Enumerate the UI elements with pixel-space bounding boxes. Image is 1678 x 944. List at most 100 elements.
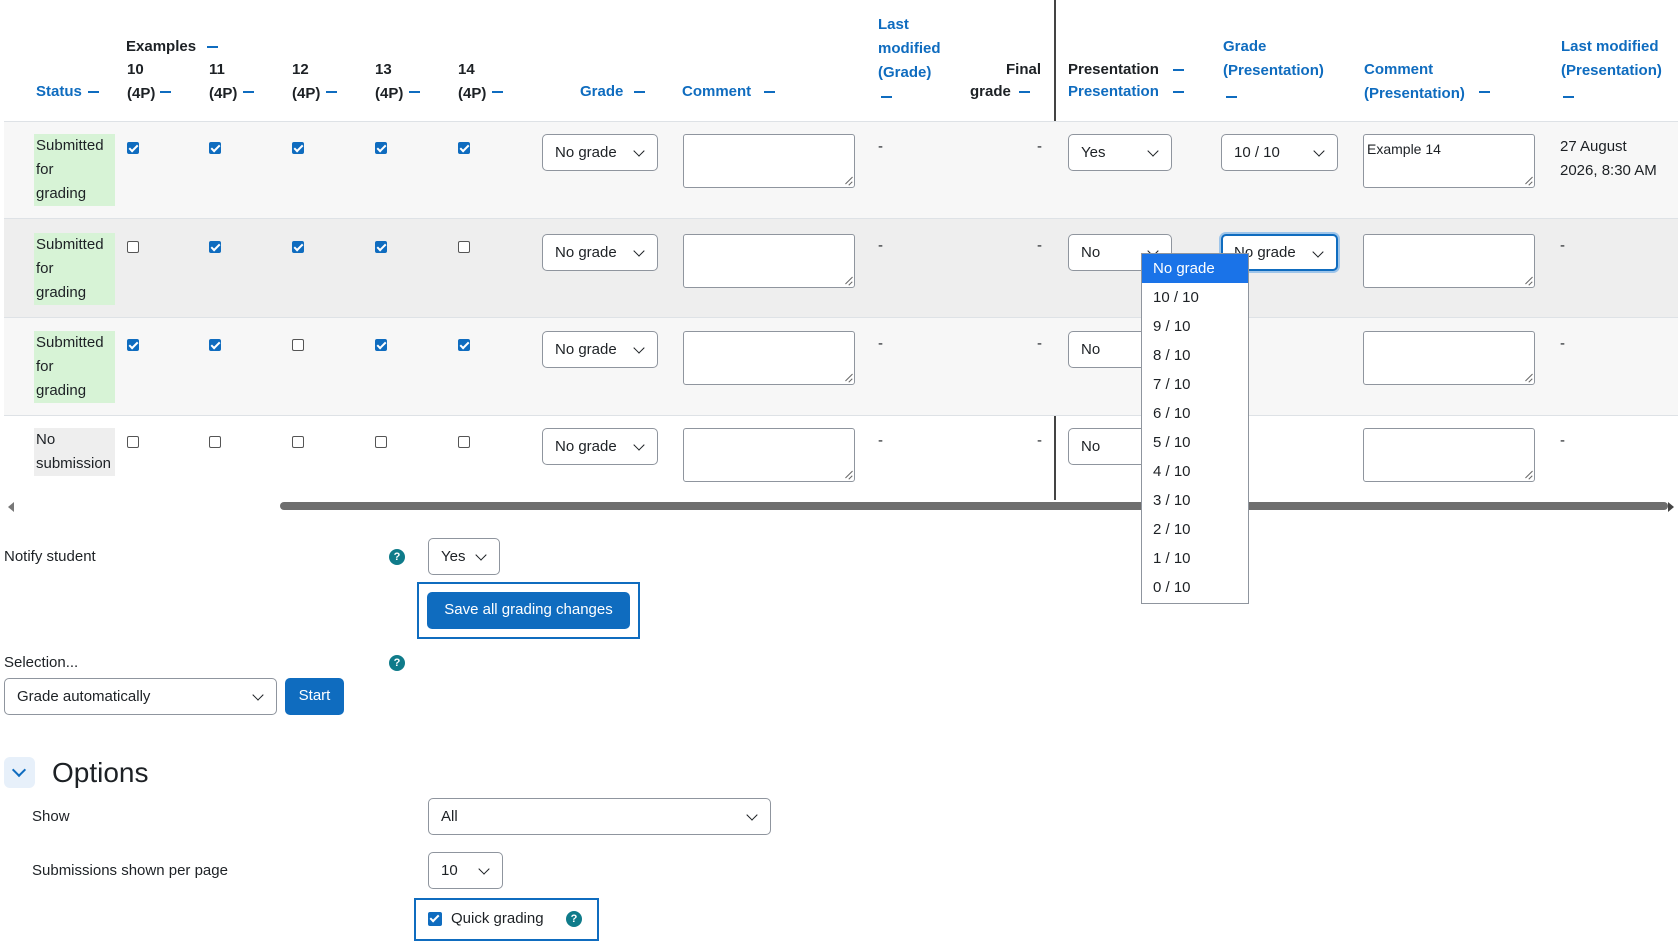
scroll-right-icon[interactable] xyxy=(1668,502,1674,512)
example-checkbox[interactable] xyxy=(458,142,470,154)
example-checkbox[interactable] xyxy=(458,241,470,253)
dropdown-option[interactable]: 8 / 10 xyxy=(1142,341,1248,370)
example-checkbox[interactable] xyxy=(292,436,304,448)
example-checkbox[interactable] xyxy=(209,241,221,253)
selection-select[interactable]: Grade automatically xyxy=(4,678,277,715)
grade-select[interactable]: No grade xyxy=(542,331,658,368)
comment-header[interactable]: Comment xyxy=(682,80,751,104)
example-checkbox[interactable] xyxy=(292,142,304,154)
collapse-lastmod-presentation-icon[interactable] xyxy=(1563,96,1574,98)
show-select[interactable]: All xyxy=(428,798,771,835)
collapse-ex14-icon[interactable] xyxy=(492,91,503,93)
dropdown-option[interactable]: 9 / 10 xyxy=(1142,312,1248,341)
grade-presentation-select[interactable]: 10 / 10 xyxy=(1221,134,1338,171)
collapse-ex13-icon[interactable] xyxy=(409,91,420,93)
scroll-left-icon[interactable] xyxy=(8,502,14,512)
ex-col-13: 13 (4P) xyxy=(375,61,404,102)
collapse-comment-icon[interactable] xyxy=(764,91,775,93)
resize-grip-icon[interactable] xyxy=(844,374,852,382)
resize-grip-icon[interactable] xyxy=(1524,471,1532,479)
example-checkbox[interactable] xyxy=(292,339,304,351)
status-header[interactable]: Status xyxy=(36,80,82,104)
resize-grip-icon[interactable] xyxy=(1524,374,1532,382)
example-checkbox[interactable] xyxy=(375,142,387,154)
dropdown-option[interactable]: 1 / 10 xyxy=(1142,544,1248,573)
comment-presentation-textarea[interactable] xyxy=(1363,331,1535,385)
collapse-ex11-icon[interactable] xyxy=(243,91,254,93)
grade-presentation-header[interactable]: Grade (Presentation) xyxy=(1223,35,1324,83)
dropdown-option[interactable]: No grade xyxy=(1142,254,1248,283)
example-checkbox[interactable] xyxy=(458,339,470,351)
notify-student-select[interactable]: Yes xyxy=(428,538,500,575)
grade-presentation-dropdown-list[interactable]: No grade 10 / 10 9 / 10 8 / 10 7 / 10 6 / 10 5… xyxy=(1141,253,1249,604)
start-button[interactable]: Start xyxy=(285,678,344,715)
last-modified-grade-header[interactable]: Last modified (Grade) xyxy=(878,13,941,85)
chevron-down-icon xyxy=(478,863,490,875)
scrollbar-thumb[interactable] xyxy=(280,502,1668,510)
per-page-select[interactable]: 10 xyxy=(428,852,503,889)
options-collapse-toggle[interactable] xyxy=(4,757,35,788)
help-icon[interactable]: ? xyxy=(566,911,582,927)
collapse-ex10-icon[interactable] xyxy=(160,91,171,93)
comment-textarea[interactable] xyxy=(683,331,855,385)
collapse-ex12-icon[interactable] xyxy=(326,91,337,93)
example-checkbox[interactable] xyxy=(375,436,387,448)
quick-grading-checkbox[interactable] xyxy=(428,912,442,926)
dropdown-option[interactable]: 3 / 10 xyxy=(1142,486,1248,515)
collapse-grade-presentation-icon[interactable] xyxy=(1226,96,1237,98)
save-all-grading-changes-button[interactable]: Save all grading changes xyxy=(427,592,630,629)
collapse-grade-icon[interactable] xyxy=(634,91,645,93)
grade-header[interactable]: Grade xyxy=(580,80,623,104)
grade-select[interactable]: No grade xyxy=(542,234,658,271)
last-modified-presentation-header[interactable]: Last modified (Presentation) xyxy=(1561,35,1662,83)
chevron-down-icon xyxy=(633,439,645,451)
comment-presentation-textarea[interactable]: Example 14 xyxy=(1363,134,1535,188)
dropdown-option[interactable]: 4 / 10 xyxy=(1142,457,1248,486)
chevron-down-icon xyxy=(1312,246,1324,258)
collapse-comment-presentation-icon[interactable] xyxy=(1479,91,1490,93)
example-checkbox[interactable] xyxy=(375,339,387,351)
dropdown-option[interactable]: 2 / 10 xyxy=(1142,515,1248,544)
presentation-link-header[interactable]: Presentation xyxy=(1068,80,1159,104)
example-checkbox[interactable] xyxy=(127,339,139,351)
help-icon[interactable]: ? xyxy=(389,549,405,565)
comment-textarea[interactable] xyxy=(683,428,855,482)
dropdown-option[interactable]: 0 / 10 xyxy=(1142,573,1248,602)
dropdown-option[interactable]: 5 / 10 xyxy=(1142,428,1248,457)
collapse-status-icon[interactable] xyxy=(88,91,99,93)
collapse-presentation-link-icon[interactable] xyxy=(1173,91,1184,93)
resize-grip-icon[interactable] xyxy=(844,177,852,185)
resize-grip-icon[interactable] xyxy=(1524,177,1532,185)
example-checkbox[interactable] xyxy=(209,436,221,448)
example-checkbox[interactable] xyxy=(127,436,139,448)
grade-select[interactable]: No grade xyxy=(542,428,658,465)
horizontal-scrollbar[interactable] xyxy=(4,500,1678,514)
comment-presentation-header[interactable]: Comment (Presentation) xyxy=(1364,58,1465,106)
grade-select[interactable]: No grade xyxy=(542,134,658,171)
example-checkbox[interactable] xyxy=(127,241,139,253)
example-checkbox[interactable] xyxy=(292,241,304,253)
comment-textarea[interactable] xyxy=(683,134,855,188)
chevron-down-icon xyxy=(252,689,264,701)
collapse-final-grade-icon[interactable] xyxy=(1019,91,1030,93)
resize-grip-icon[interactable] xyxy=(844,471,852,479)
example-checkbox[interactable] xyxy=(458,436,470,448)
dropdown-option[interactable]: 6 / 10 xyxy=(1142,399,1248,428)
example-checkbox[interactable] xyxy=(209,339,221,351)
resize-grip-icon[interactable] xyxy=(1524,277,1532,285)
chevron-down-icon xyxy=(633,245,645,257)
collapse-lastmod-icon[interactable] xyxy=(881,96,892,98)
example-checkbox[interactable] xyxy=(375,241,387,253)
help-icon[interactable]: ? xyxy=(389,655,405,671)
comment-presentation-textarea[interactable] xyxy=(1363,234,1535,288)
example-checkbox[interactable] xyxy=(209,142,221,154)
collapse-presentation-icon[interactable] xyxy=(1173,69,1184,71)
presentation-select[interactable]: Yes xyxy=(1068,134,1172,171)
example-checkbox[interactable] xyxy=(127,142,139,154)
comment-presentation-textarea[interactable] xyxy=(1363,428,1535,482)
collapse-examples-icon[interactable] xyxy=(207,46,218,48)
dropdown-option[interactable]: 7 / 10 xyxy=(1142,370,1248,399)
comment-textarea[interactable] xyxy=(683,234,855,288)
dropdown-option[interactable]: 10 / 10 xyxy=(1142,283,1248,312)
resize-grip-icon[interactable] xyxy=(844,277,852,285)
